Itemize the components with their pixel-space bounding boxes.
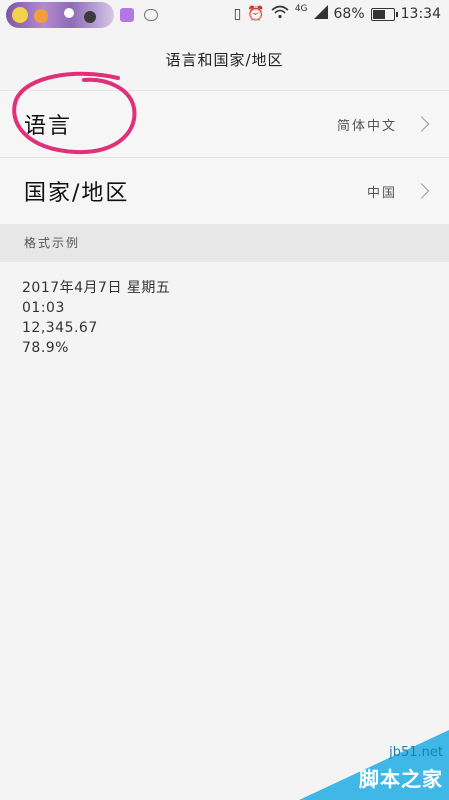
- format-section-header: 格式示例: [0, 224, 449, 262]
- watermark-site: jb51.net: [389, 745, 443, 760]
- status-right: ▯ ⏰ 4G 68% 13:34: [233, 4, 441, 23]
- app-notification-icon: [120, 8, 134, 22]
- battery-icon: [370, 7, 398, 21]
- status-left: [6, 2, 158, 28]
- region-label: 国家/地区: [24, 181, 130, 206]
- region-setting-row[interactable]: 国家/地区 中国: [0, 158, 449, 225]
- settings-list: 语言 简体中文 国家/地区 中国: [0, 90, 449, 225]
- chevron-right-icon: [413, 183, 430, 199]
- battery-percent: 68%: [333, 6, 365, 22]
- format-samples: 2017年4月7日 星期五 01:03 12,345.67 78.9%: [22, 278, 170, 358]
- message-notification-icon: [144, 9, 158, 21]
- network-type: 4G: [294, 4, 308, 14]
- watermark-name: 脚本之家: [359, 767, 443, 791]
- language-label: 语言: [24, 114, 73, 139]
- status-bar: ▯ ⏰ 4G 68% 13:34: [0, 0, 449, 32]
- language-value: 简体中文: [336, 118, 397, 134]
- date-sample: 2017年4月7日 星期五: [22, 280, 171, 296]
- page-title: 语言和国家/地区: [165, 51, 284, 69]
- chevron-right-icon: [413, 116, 430, 132]
- battery-fill: [372, 9, 385, 19]
- language-setting-row[interactable]: 语言 简体中文: [0, 91, 449, 158]
- alarm-icon: ⏰: [247, 6, 265, 22]
- status-time: 13:34: [400, 6, 441, 22]
- percent-sample: 78.9%: [22, 340, 69, 356]
- vibrate-icon: ▯: [233, 6, 242, 22]
- signal-icon: [313, 5, 328, 23]
- region-value: 中国: [366, 185, 397, 201]
- decorative-sticker-icon: [6, 2, 114, 28]
- time-sample: 01:03: [22, 300, 65, 316]
- number-sample: 12,345.67: [22, 320, 98, 336]
- wifi-icon: [271, 5, 289, 23]
